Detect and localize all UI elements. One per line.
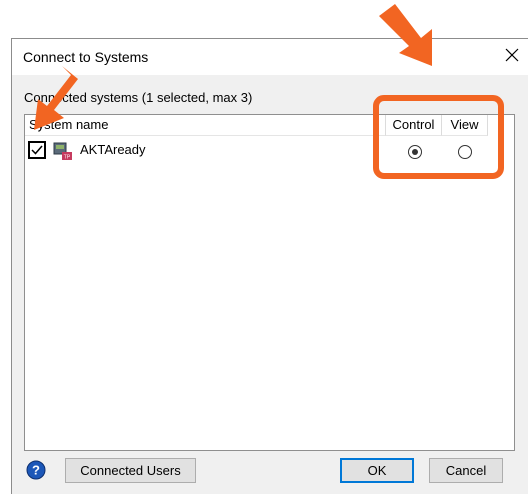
arrow-icon [34, 66, 78, 130]
highlight-rectangle [373, 95, 504, 179]
arrow-icon [379, 4, 432, 66]
annotation-overlay [34, 4, 504, 179]
